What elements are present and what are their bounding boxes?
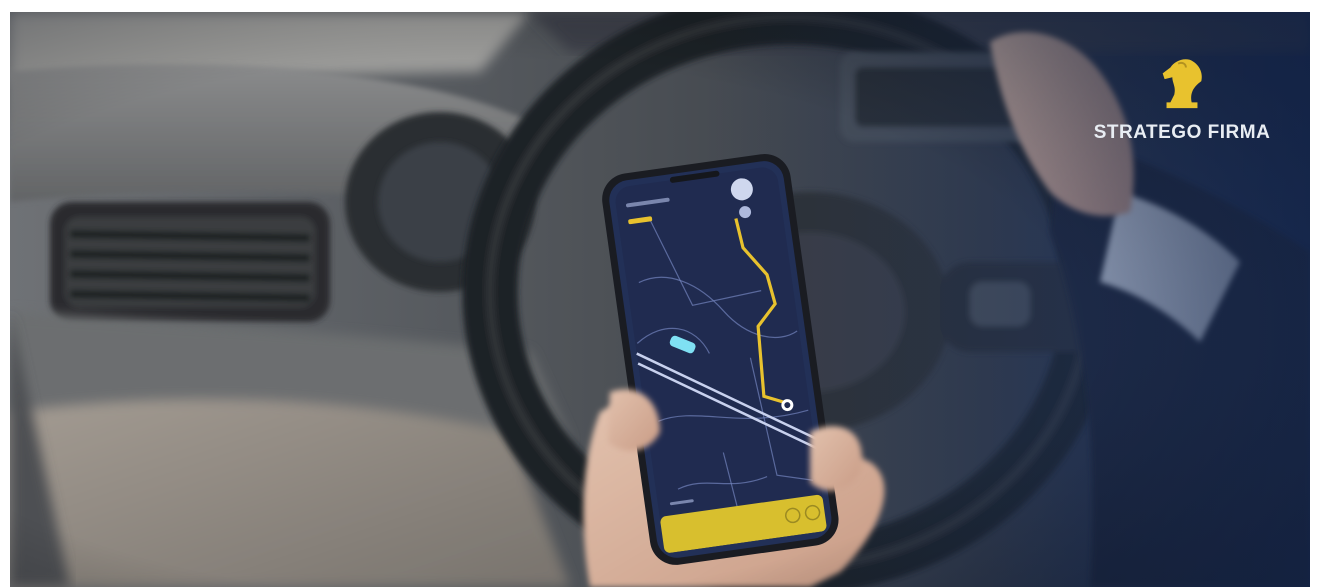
brand-logo: STRATEGO FIRMA (1072, 54, 1292, 144)
chess-knight-icon (1162, 59, 1202, 109)
photo-frame: STRATEGO FIRMA (10, 12, 1310, 587)
brand-name: STRATEGO FIRMA (1093, 122, 1271, 143)
